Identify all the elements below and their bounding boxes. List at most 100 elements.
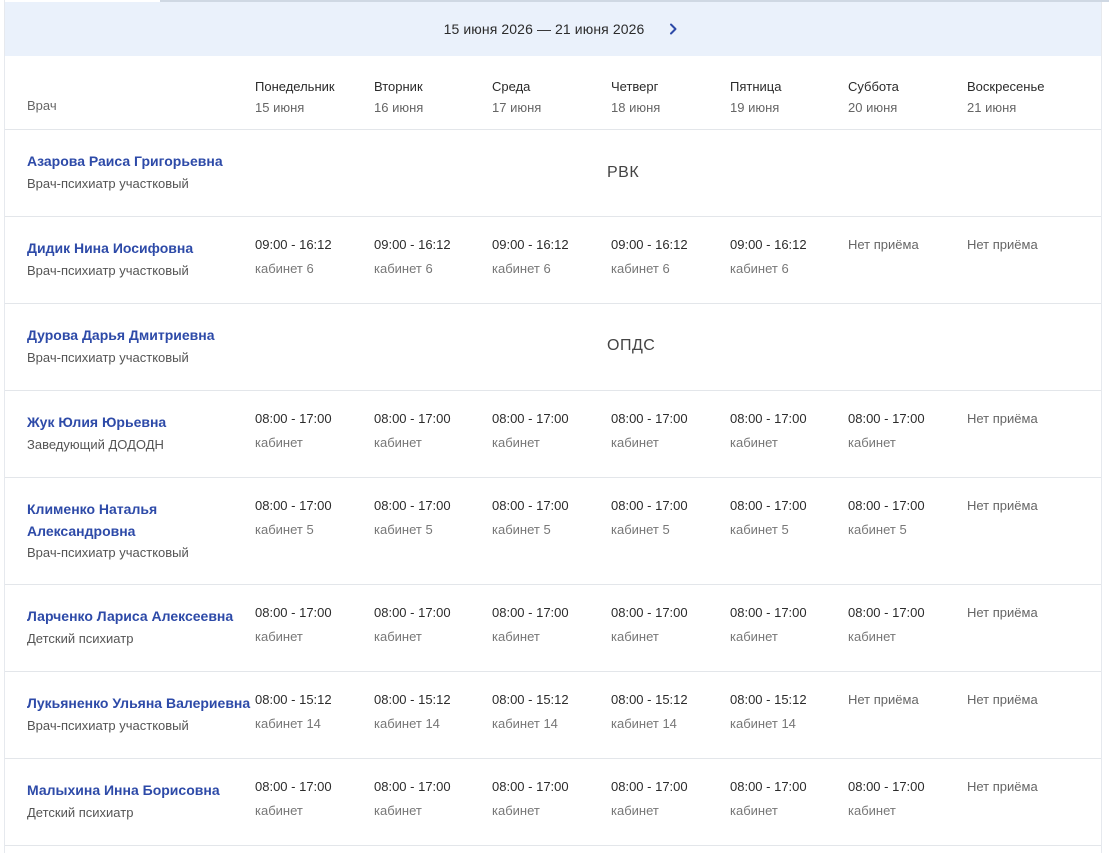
slot-fri[interactable]: 08:00 - 17:00 кабинет	[730, 407, 807, 455]
slot-time: 08:00 - 17:00	[611, 411, 688, 426]
doctor-role: Врач-психиатр участковый	[27, 350, 189, 365]
slot-mon[interactable]: 08:00 - 17:00 кабинет	[255, 601, 332, 649]
day-header-tue: Вторник 16 июня	[374, 76, 423, 118]
doctor-name-link[interactable]: Жук Юлия Юрьевна	[27, 411, 247, 433]
doctor-role: Заведующий ДОДОДН	[27, 437, 164, 452]
slot-wed[interactable]: 08:00 - 17:00 кабинет 5	[492, 494, 569, 542]
slot-fri[interactable]: 08:00 - 17:00 кабинет	[730, 601, 807, 649]
doctor-role: Детский психиатр	[27, 805, 134, 820]
slot-time: 08:00 - 17:00	[374, 498, 451, 513]
slot-time: 08:00 - 17:00	[255, 411, 332, 426]
slot-mon[interactable]: 08:00 - 17:00 кабинет	[255, 775, 332, 823]
slot-time: 09:00 - 16:12	[611, 237, 688, 252]
slot-room: кабинет	[848, 803, 896, 818]
slot-room: кабинет 5	[611, 522, 670, 537]
slot-thu[interactable]: 08:00 - 17:00 кабинет	[611, 407, 688, 455]
doctor-name-link[interactable]: Азарова Раиса Григорьевна	[27, 150, 247, 172]
schedule-page: 15 июня 2026 — 21 июня 2026 Врач Понедел…	[0, 0, 1109, 853]
slot-tue[interactable]: 08:00 - 17:00 кабинет	[374, 407, 451, 455]
slot-time: 08:00 - 15:12	[611, 692, 688, 707]
slot-room: кабинет	[730, 629, 778, 644]
slot-wed[interactable]: 09:00 - 16:12 кабинет 6	[492, 233, 569, 281]
slot-tue[interactable]: 08:00 - 17:00 кабинет	[374, 601, 451, 649]
no-appointment: Нет приёма	[967, 411, 1038, 426]
slot-time: 08:00 - 15:12	[255, 692, 332, 707]
slot-time: 09:00 - 16:12	[255, 237, 332, 252]
slot-mon[interactable]: 09:00 - 16:12 кабинет 6	[255, 233, 332, 281]
slot-room: кабинет	[611, 629, 659, 644]
day-header-thu: Четверг 18 июня	[611, 76, 660, 118]
doctor-row: Дидик Нина Иосифовна Врач-психиатр участ…	[5, 217, 1101, 304]
slot-room: кабинет	[255, 803, 303, 818]
slot-time: 08:00 - 17:00	[374, 779, 451, 794]
doctor-row: Ларченко Лариса Алексеевна Детский психи…	[5, 585, 1101, 672]
slot-room: кабинет	[255, 435, 303, 450]
doctor-name-link[interactable]: Малыхина Инна Борисовна	[27, 779, 247, 801]
slot-wed[interactable]: 08:00 - 17:00 кабинет	[492, 407, 569, 455]
slot-fri[interactable]: 08:00 - 17:00 кабинет 5	[730, 494, 807, 542]
doctor-name-link[interactable]: Лукьяненко Ульяна Валериевна	[27, 692, 257, 714]
slot-thu[interactable]: 08:00 - 17:00 кабинет	[611, 601, 688, 649]
doctor-row: Клименко Наталья Александровна Врач-псих…	[5, 478, 1101, 585]
slot-fri[interactable]: 08:00 - 15:12 кабинет 14	[730, 688, 807, 736]
slot-mon[interactable]: 08:00 - 17:00 кабинет	[255, 407, 332, 455]
slot-tue[interactable]: 09:00 - 16:12 кабинет 6	[374, 233, 451, 281]
doctor-role: Врач-психиатр участковый	[27, 263, 189, 278]
chevron-right-icon[interactable]	[663, 18, 683, 40]
slot-time: 08:00 - 17:00	[255, 605, 332, 620]
doctor-role: Врач-психиатр участковый	[27, 545, 189, 560]
slot-sat[interactable]: 08:00 - 17:00 кабинет	[848, 775, 925, 823]
slot-room: кабинет 5	[374, 522, 433, 537]
slot-thu[interactable]: 08:00 - 17:00 кабинет	[611, 775, 688, 823]
slot-time: 08:00 - 17:00	[255, 779, 332, 794]
slot-sat[interactable]: 08:00 - 17:00 кабинет 5	[848, 494, 925, 542]
day-name: Четверг	[611, 79, 659, 94]
day-date: 17 июня	[492, 100, 542, 115]
day-date: 15 июня	[255, 100, 305, 115]
day-header-sat: Суббота 20 июня	[848, 76, 899, 118]
slot-mon[interactable]: 08:00 - 15:12 кабинет 14	[255, 688, 332, 736]
slot-room: кабинет	[255, 629, 303, 644]
slot-tue[interactable]: 08:00 - 17:00 кабинет	[374, 775, 451, 823]
doctor-name-link[interactable]: Дидик Нина Иосифовна	[27, 237, 247, 259]
slot-wed[interactable]: 08:00 - 17:00 кабинет	[492, 775, 569, 823]
slot-sun: Нет приёма	[967, 601, 1038, 625]
doctor-column-header: Врач	[27, 98, 57, 113]
no-appointment: Нет приёма	[967, 605, 1038, 620]
slot-sat[interactable]: 08:00 - 17:00 кабинет	[848, 407, 925, 455]
no-appointment: Нет приёма	[967, 498, 1038, 513]
slot-fri[interactable]: 09:00 - 16:12 кабинет 6	[730, 233, 807, 281]
day-header-mon: Понедельник 15 июня	[255, 76, 335, 118]
doctor-name-link[interactable]: Дурова Дарья Дмитриевна	[27, 324, 247, 346]
slot-time: 08:00 - 17:00	[730, 779, 807, 794]
slot-mon[interactable]: 08:00 - 17:00 кабинет 5	[255, 494, 332, 542]
schedule-note: РВК	[607, 164, 640, 181]
slot-room: кабинет	[374, 435, 422, 450]
slot-thu[interactable]: 08:00 - 17:00 кабинет 5	[611, 494, 688, 542]
day-name: Воскресенье	[967, 79, 1045, 94]
slot-room: кабинет	[492, 803, 540, 818]
day-date: 21 июня	[967, 100, 1017, 115]
slot-thu[interactable]: 08:00 - 15:12 кабинет 14	[611, 688, 688, 736]
day-name: Пятница	[730, 79, 782, 94]
slot-room: кабинет	[492, 435, 540, 450]
no-appointment: Нет приёма	[848, 692, 919, 707]
slot-wed[interactable]: 08:00 - 17:00 кабинет	[492, 601, 569, 649]
slot-time: 08:00 - 17:00	[255, 498, 332, 513]
slot-time: 08:00 - 17:00	[374, 605, 451, 620]
slot-tue[interactable]: 08:00 - 15:12 кабинет 14	[374, 688, 451, 736]
slot-room: кабинет 14	[492, 716, 558, 731]
slot-thu[interactable]: 09:00 - 16:12 кабинет 6	[611, 233, 688, 281]
slot-time: 08:00 - 17:00	[492, 779, 569, 794]
doctor-name-link[interactable]: Ларченко Лариса Алексеевна	[27, 605, 247, 627]
slot-sun: Нет приёма	[967, 407, 1038, 431]
slot-tue[interactable]: 08:00 - 17:00 кабинет 5	[374, 494, 451, 542]
slot-time: 08:00 - 17:00	[492, 498, 569, 513]
slot-room: кабинет 5	[255, 522, 314, 537]
slot-sat[interactable]: 08:00 - 17:00 кабинет	[848, 601, 925, 649]
no-appointment: Нет приёма	[848, 237, 919, 252]
day-name: Вторник	[374, 79, 423, 94]
slot-fri[interactable]: 08:00 - 17:00 кабинет	[730, 775, 807, 823]
slot-wed[interactable]: 08:00 - 15:12 кабинет 14	[492, 688, 569, 736]
doctor-name-link[interactable]: Клименко Наталья Александровна	[27, 498, 227, 542]
